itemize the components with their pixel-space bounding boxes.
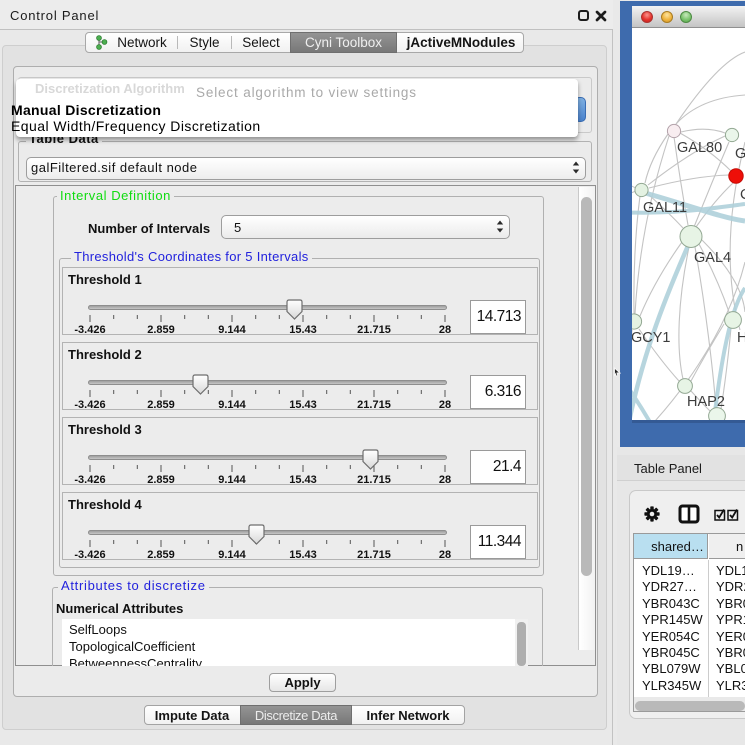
- svg-text:GAL11: GAL11: [643, 200, 687, 216]
- svg-text:GAL4: GAL4: [694, 250, 731, 266]
- svg-text:C: C: [740, 187, 745, 203]
- svg-text:G: G: [735, 146, 745, 162]
- svg-text:HAP2: HAP2: [687, 394, 725, 410]
- svg-text:H: H: [737, 330, 745, 346]
- svg-text:GAL80: GAL80: [677, 140, 722, 156]
- svg-text:GCY1: GCY1: [632, 330, 671, 346]
